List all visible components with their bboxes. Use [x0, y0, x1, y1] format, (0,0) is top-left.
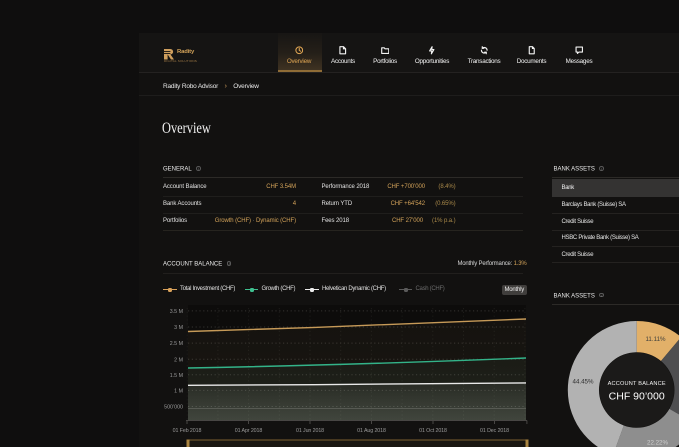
- svg-text:ACCOUNT BALANCE: ACCOUNT BALANCE: [608, 381, 666, 387]
- svg-text:01 Jun 2018: 01 Jun 2018: [296, 428, 324, 434]
- svg-text:01 Aug 2018: 01 Aug 2018: [357, 428, 386, 434]
- svg-text:22.22%: 22.22%: [647, 440, 668, 447]
- svg-text:01 Apr 2018: 01 Apr 2018: [235, 428, 263, 434]
- svg-text:11.11%: 11.11%: [645, 336, 666, 343]
- svg-text:CHF 90’000: CHF 90’000: [609, 391, 665, 403]
- svg-text:3.5 M: 3.5 M: [170, 309, 183, 315]
- svg-text:01 Dec 2018: 01 Dec 2018: [480, 428, 509, 434]
- svg-text:01 Feb 2018: 01 Feb 2018: [173, 428, 202, 434]
- svg-text:500’000: 500’000: [164, 405, 183, 411]
- svg-text:01 Oct 2018: 01 Oct 2018: [419, 428, 447, 434]
- svg-text:1.5 M: 1.5 M: [170, 373, 183, 379]
- svg-text:3 M: 3 M: [174, 325, 183, 331]
- svg-text:2 M: 2 M: [174, 357, 183, 363]
- svg-text:2.5 M: 2.5 M: [170, 341, 183, 347]
- svg-text:1 M: 1 M: [174, 389, 183, 395]
- svg-text:44.45%: 44.45%: [573, 379, 594, 386]
